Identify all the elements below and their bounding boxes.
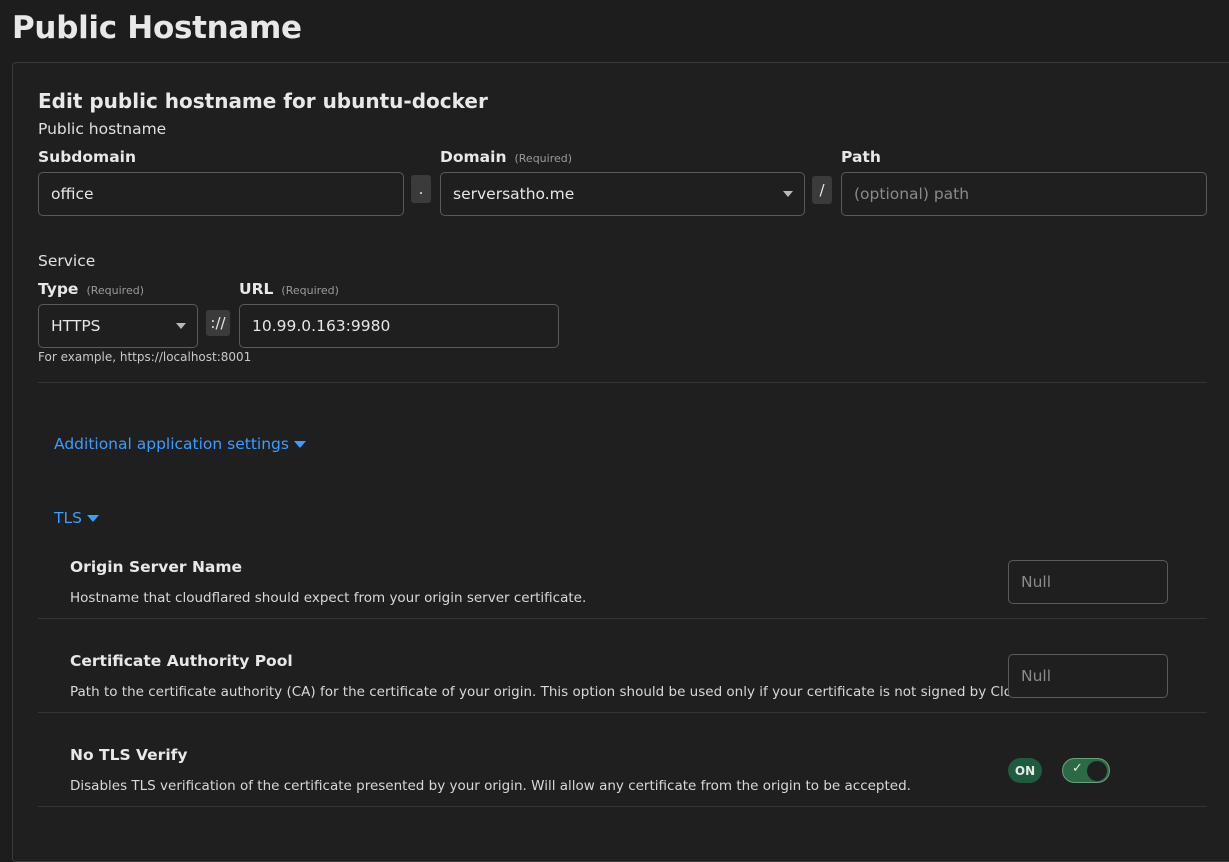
subdomain-label: Subdomain [38, 148, 136, 166]
on-status-badge: ON [1008, 758, 1042, 783]
origin-server-name-input[interactable]: Null [1008, 560, 1168, 604]
ca-pool-description: Path to the certificate authority (CA) f… [70, 684, 1064, 700]
domain-label-text: Domain [440, 148, 507, 166]
no-tls-verify-title: No TLS Verify [70, 746, 188, 764]
domain-select-value: serversatho.me [453, 185, 575, 203]
ca-pool-input[interactable]: Null [1008, 654, 1168, 698]
caret-down-icon [86, 514, 99, 522]
type-label: Type (Required) [38, 280, 144, 298]
ca-pool-title: Certificate Authority Pool [70, 652, 293, 670]
example-hint: For example, https://localhost:8001 [38, 350, 252, 364]
divider [38, 382, 1207, 383]
subdomain-input[interactable]: office [38, 172, 404, 216]
type-required-tag: (Required) [86, 284, 144, 297]
tls-label: TLS [54, 509, 82, 527]
no-tls-verify-description: Disables TLS verification of the certifi… [70, 778, 911, 794]
domain-label: Domain (Required) [440, 148, 572, 166]
additional-settings-toggle[interactable]: Additional application settings [54, 435, 306, 453]
scheme-separator: :// [206, 310, 230, 336]
type-select-value: HTTPS [51, 317, 101, 335]
additional-settings-label: Additional application settings [54, 435, 289, 453]
url-label: URL (Required) [239, 280, 339, 298]
path-input[interactable]: (optional) path [841, 172, 1207, 216]
url-label-text: URL [239, 280, 274, 298]
url-input[interactable]: 10.99.0.163:9980 [239, 304, 559, 348]
dot-separator: . [411, 175, 431, 203]
page-title: Public Hostname [12, 10, 302, 46]
service-label: Service [38, 252, 96, 270]
slash-separator: / [812, 176, 832, 204]
tls-toggle[interactable]: TLS [54, 509, 99, 527]
url-required-tag: (Required) [281, 284, 339, 297]
divider [38, 806, 1207, 807]
chevron-down-icon [783, 191, 793, 197]
type-select[interactable]: HTTPS [38, 304, 198, 348]
check-icon: ✓ [1072, 761, 1083, 776]
path-label: Path [841, 148, 881, 166]
chevron-down-icon [176, 323, 186, 329]
form-heading: Edit public hostname for ubuntu-docker [38, 89, 488, 113]
toggle-knob [1087, 761, 1107, 781]
caret-down-icon [293, 440, 306, 448]
origin-server-name-description: Hostname that cloudflared should expect … [70, 590, 587, 606]
domain-required-tag: (Required) [514, 152, 573, 165]
domain-select[interactable]: serversatho.me [440, 172, 805, 216]
edit-hostname-card: Edit public hostname for ubuntu-docker P… [12, 62, 1229, 862]
divider [38, 618, 1207, 619]
type-label-text: Type [38, 280, 79, 298]
divider [38, 712, 1207, 713]
public-hostname-label: Public hostname [38, 120, 167, 138]
no-tls-verify-toggle[interactable]: ✓ [1062, 758, 1110, 783]
origin-server-name-title: Origin Server Name [70, 558, 243, 576]
